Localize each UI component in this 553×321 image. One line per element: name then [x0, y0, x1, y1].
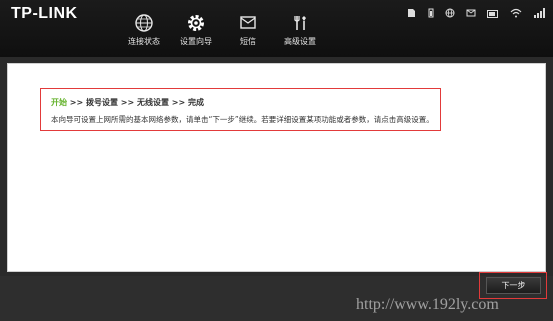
content-panel: 开始 >> 拨号设置 >> 无线设置 >> 完成 本向导可设置上网所需的基本网络…	[7, 63, 546, 272]
gear-icon	[188, 15, 204, 31]
nav-label: 设置向导	[180, 37, 212, 46]
step-separator: >>	[69, 98, 84, 107]
wifi-icon	[510, 3, 522, 22]
sim-icon	[407, 3, 416, 22]
step-wireless-settings: 无线设置	[137, 98, 169, 107]
step-start: 开始	[51, 98, 67, 107]
next-button-highlight: 下一步	[479, 272, 547, 299]
wizard-steps: 开始 >> 拨号设置 >> 无线设置 >> 完成	[51, 97, 204, 108]
nav-label: 高级设置	[284, 37, 316, 46]
envelope-icon	[240, 16, 256, 29]
next-button[interactable]: 下一步	[486, 277, 541, 294]
wizard-description: 本向导可设置上网所需的基本网络参数，请单击“下一步”继续。若要详细设置某项功能或…	[51, 115, 434, 124]
nav-sms[interactable]: 短信	[218, 12, 278, 56]
step-finish: 完成	[188, 98, 204, 107]
nav-setup-wizard[interactable]: 设置向导	[166, 12, 226, 56]
signal-icon	[533, 3, 545, 22]
battery-icon	[428, 3, 434, 22]
wizard-info-box: 开始 >> 拨号设置 >> 无线设置 >> 完成 本向导可设置上网所需的基本网络…	[40, 88, 441, 131]
battery-level-icon	[486, 3, 499, 22]
message-icon	[466, 3, 476, 22]
watermark-url: http://www.192ly.com	[356, 296, 499, 313]
step-separator: >>	[171, 98, 186, 107]
nav-label: 短信	[240, 37, 256, 46]
globe-small-icon	[445, 3, 455, 22]
nav-advanced-settings[interactable]: 高级设置	[270, 12, 330, 56]
brand-logo: TP-LINK	[11, 5, 78, 22]
nav-label: 连接状态	[128, 37, 160, 46]
nav-connection-status[interactable]: 连接状态	[114, 12, 174, 56]
globe-icon	[135, 14, 153, 32]
top-header: TP-LINK 连接状态 设置向导 短信 高级设置	[0, 0, 553, 57]
step-separator: >>	[120, 98, 135, 107]
step-dial-settings: 拨号设置	[86, 98, 118, 107]
status-icons	[401, 2, 545, 18]
tools-icon	[294, 16, 306, 30]
